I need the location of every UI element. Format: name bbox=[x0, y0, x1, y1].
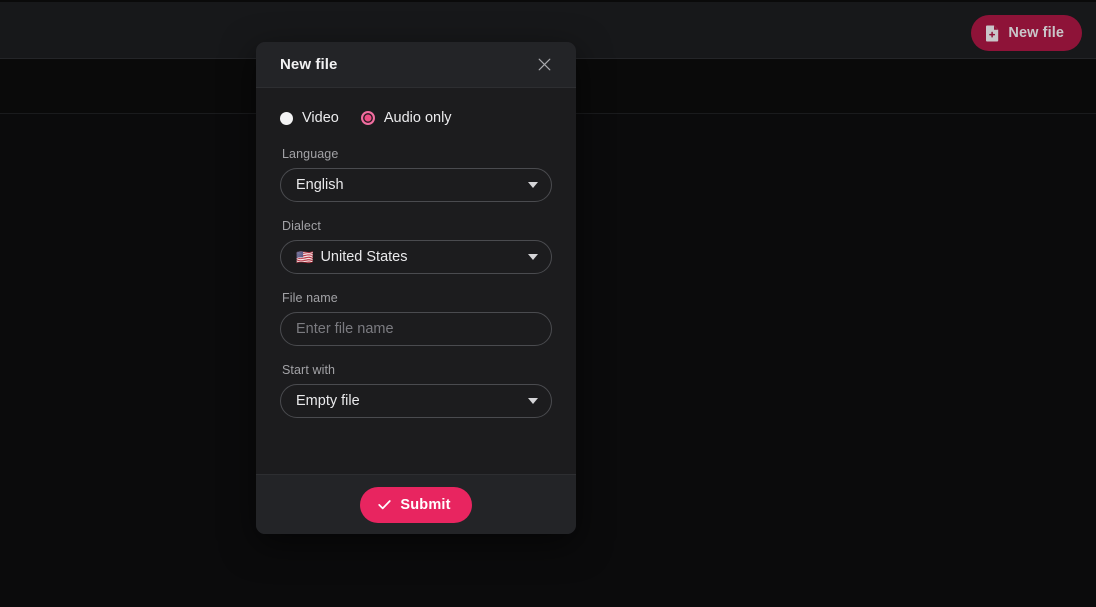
dialog-body: Video Audio only Language English Dialec… bbox=[256, 88, 576, 474]
radio-option-audio-only-label: Audio only bbox=[383, 110, 452, 126]
chevron-down-icon bbox=[528, 182, 538, 188]
new-file-dialog: New file Video Audio only Language Engli… bbox=[256, 42, 576, 534]
dialog-header: New file bbox=[256, 42, 576, 88]
flag-icon: 🇺🇸 bbox=[296, 249, 314, 265]
radio-selected-icon[interactable] bbox=[360, 111, 375, 125]
dialog-footer: Submit bbox=[256, 474, 576, 534]
chevron-down-icon bbox=[528, 398, 538, 404]
language-select[interactable]: English bbox=[280, 168, 552, 202]
field-dialect: Dialect 🇺🇸 United States bbox=[280, 219, 552, 274]
radio-option-video[interactable]: Video bbox=[280, 110, 339, 126]
field-file-name: File name Enter file name bbox=[280, 291, 552, 346]
start-with-select[interactable]: Empty file bbox=[280, 384, 552, 418]
field-file-name-label: File name bbox=[282, 291, 338, 305]
field-dialect-label: Dialect bbox=[282, 219, 321, 233]
close-icon[interactable] bbox=[534, 55, 554, 75]
submit-button[interactable]: Submit bbox=[360, 486, 472, 523]
mode-radio-group: Video Audio only bbox=[280, 110, 552, 126]
chevron-down-icon bbox=[528, 254, 538, 260]
file-plus-icon bbox=[985, 24, 1000, 42]
file-name-input[interactable]: Enter file name bbox=[280, 312, 552, 346]
radio-option-audio-only[interactable]: Audio only bbox=[360, 110, 452, 126]
field-language: Language English bbox=[280, 147, 552, 202]
new-file-button-label: New file bbox=[1008, 25, 1064, 41]
language-select-value: English bbox=[296, 177, 344, 193]
check-icon bbox=[377, 497, 392, 512]
new-file-button[interactable]: New file bbox=[971, 15, 1082, 51]
file-name-input-placeholder: Enter file name bbox=[296, 321, 394, 337]
field-start-with: Start with Empty file bbox=[280, 363, 552, 418]
dialect-select[interactable]: 🇺🇸 United States bbox=[280, 240, 552, 274]
field-language-label: Language bbox=[282, 147, 339, 161]
app-root: New file New file Video Audio only Langu… bbox=[0, 0, 1096, 607]
radio-unselected-icon[interactable] bbox=[280, 111, 293, 125]
dialog-title: New file bbox=[280, 56, 338, 73]
radio-option-video-label: Video bbox=[302, 110, 339, 126]
dialect-select-value: United States bbox=[320, 249, 408, 265]
field-start-with-label: Start with bbox=[282, 363, 336, 377]
submit-button-label: Submit bbox=[400, 496, 451, 513]
start-with-select-value: Empty file bbox=[296, 393, 360, 409]
